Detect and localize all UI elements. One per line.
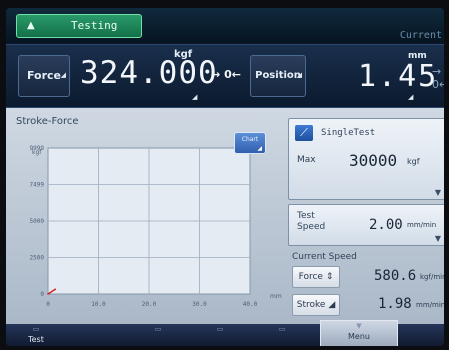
nav-tab-test[interactable]: ▭ Test (8, 324, 64, 346)
force-unit: kgf (174, 49, 193, 60)
test-select-box[interactable]: ⟋ SingleTest Max 30000 kgf ▼ (288, 118, 444, 200)
current-label: Current (399, 30, 442, 41)
test-speed-value: 2.00 (369, 217, 403, 233)
y-axis-label: kgf (32, 149, 42, 156)
menu-tab-icon: ▼ (356, 322, 362, 330)
graph-panel: 0 10.0 20.0 30.0 40.0 0 2500 5000 7499 9999 kgf mm … (12, 112, 282, 320)
x-tick-label: 20.0 (142, 301, 157, 308)
corner-triangle-icon: ◢ (296, 71, 302, 79)
test-method-icon: ⟋ (295, 125, 313, 141)
stroke-speed-unit: mm/min (416, 301, 444, 309)
x-tick-label: 30.0 (192, 301, 207, 308)
force-select-button[interactable]: Force ◢ (18, 55, 70, 97)
tab-icon: ▭ (278, 325, 286, 333)
y-tick-label: 0 (40, 291, 44, 298)
status-label: Testing (71, 19, 118, 32)
position-value: 1.45 (358, 59, 439, 94)
dropdown-triangle-icon: ▼ (434, 234, 441, 243)
x-tick-label: 10.0 (91, 301, 106, 308)
status-bar: ▲ Testing Current (6, 8, 444, 42)
unit-corner-icon[interactable]: ◢ (408, 93, 413, 101)
chart-button-label: Chart (241, 136, 259, 143)
test-tab-icon: ▭ (32, 325, 40, 333)
max-value: 30000 (349, 151, 398, 170)
x-tick-label: 0 (46, 301, 50, 308)
stroke-speed-select-button[interactable]: Stroke ◢ (292, 294, 340, 316)
y-tick-label: 5000 (30, 218, 45, 225)
corner-triangle-icon: ◢ (328, 300, 336, 310)
test-speed-box[interactable]: Test Speed 2.00 mm/min ▼ (288, 204, 444, 246)
max-unit: kgf (407, 157, 420, 166)
readout-bar: Force ◢ 324.000 kgf ◢ → 0← Position ◢ 1.… (6, 44, 444, 108)
status-tab[interactable]: ▲ Testing (16, 14, 142, 38)
force-speed-button-label: Force (298, 272, 323, 282)
nav-tab-label: Menu (348, 332, 370, 341)
stroke-speed-value: 1.98 (378, 296, 412, 312)
nav-tab-label: Test (28, 335, 44, 344)
y-tick-label: 7499 (30, 182, 45, 189)
data-point (47, 293, 49, 295)
nav-tab-5[interactable]: ▭ (254, 324, 310, 346)
stroke-speed-button-label: Stroke (296, 300, 326, 310)
main-panel: 0 10.0 20.0 30.0 40.0 0 2500 5000 7499 9999 kgf mm … (6, 108, 444, 324)
graph-title: Stroke-Force (16, 116, 79, 127)
data-point (54, 288, 57, 291)
test-speed-label: Test Speed (297, 211, 326, 232)
max-label: Max (297, 155, 316, 165)
x-tick-label: 40.0 (243, 301, 258, 308)
force-speed-value: 580.6 (374, 268, 417, 284)
position-unit: mm (408, 51, 427, 61)
position-label: Position (255, 70, 301, 81)
force-speed-select-button[interactable]: Force ⇕ (292, 266, 340, 288)
test-speed-unit: mm/min (407, 221, 437, 229)
nav-tab-3[interactable]: ▭ (130, 324, 186, 346)
chart-button[interactable]: Chart ◢ (234, 132, 266, 154)
unit-corner-icon[interactable]: ◢ (192, 93, 197, 101)
corner-triangle-icon: ◢ (60, 71, 66, 79)
machine-screen: ▲ Testing Current Force ◢ 324.000 kgf ◢ … (6, 8, 444, 346)
tab-icon: ▭ (154, 325, 162, 333)
triangle-up-icon: ▲ (27, 20, 35, 31)
tab-icon: ▭ (216, 325, 224, 333)
position-select-button[interactable]: Position ◢ (250, 55, 306, 97)
dropdown-triangle-icon: ▼ (434, 188, 441, 197)
settings-panel: ⟋ SingleTest Max 30000 kgf ▼ Test Speed … (288, 110, 444, 322)
current-speed-label: Current Speed (292, 252, 357, 262)
nav-tab-4[interactable]: ▭ (192, 324, 248, 346)
up-down-icon: ⇕ (325, 272, 334, 282)
x-axis-label: mm (270, 293, 282, 300)
zero-force-button[interactable]: → 0← (208, 59, 244, 91)
test-name: SingleTest (321, 128, 376, 138)
y-tick-label: 2500 (30, 255, 45, 262)
nav-tab-menu[interactable]: ▼ Menu (320, 320, 398, 346)
force-speed-unit: kgf/min (420, 273, 444, 281)
force-label: Force (26, 69, 62, 82)
bottom-nav: ▭ Test ▭ ▭ ▭ ▼ Menu (6, 320, 444, 346)
force-value: 324.000 (80, 55, 218, 91)
zero-position-button[interactable]: → 0← (432, 65, 444, 91)
corner-triangle-icon: ◢ (257, 145, 262, 152)
